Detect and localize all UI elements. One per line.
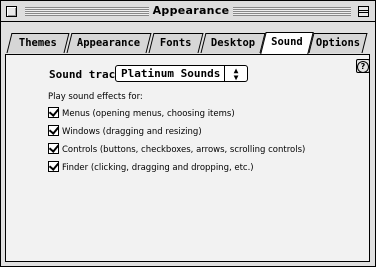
effect-menus-row[interactable]: Menus (opening menus, choosing items)	[48, 107, 235, 121]
finder-checkbox[interactable]	[48, 161, 59, 172]
popup-arrows-icon: ▲ ▼	[224, 66, 247, 82]
window-title: Appearance	[152, 4, 230, 17]
title-stripes-left	[25, 7, 149, 16]
tab-bar: Themes Appearance Fonts Desktop Sound Op…	[1, 32, 375, 55]
tab-options[interactable]: Options	[308, 33, 368, 53]
effect-windows-row[interactable]: Windows (dragging and resizing)	[48, 125, 202, 139]
sound-panel	[5, 55, 370, 262]
close-box-icon[interactable]	[6, 6, 17, 17]
help-icon: ?	[357, 61, 369, 73]
controls-label: Controls (buttons, checkboxes, arrows, s…	[62, 145, 306, 155]
effects-section-label: Play sound effects for:	[48, 92, 143, 102]
tab-themes[interactable]: Themes	[6, 33, 70, 53]
collapse-box-icon[interactable]	[358, 6, 369, 17]
menus-checkbox[interactable]	[48, 107, 59, 118]
windows-checkbox[interactable]	[48, 125, 59, 136]
effect-controls-row[interactable]: Controls (buttons, checkboxes, arrows, s…	[48, 143, 306, 157]
soundtrack-value: Platinum Sounds	[121, 67, 221, 80]
help-button[interactable]: ?	[356, 59, 370, 73]
tab-fonts[interactable]: Fonts	[148, 33, 204, 53]
menus-label: Menus (opening menus, choosing items)	[62, 109, 235, 119]
soundtrack-popup[interactable]: Platinum Sounds ▲ ▼	[115, 65, 248, 82]
finder-label: Finder (clicking, dragging and dropping,…	[62, 163, 254, 173]
title-stripes-right	[233, 7, 351, 16]
title-bar[interactable]: Appearance	[1, 1, 375, 22]
tab-desktop[interactable]: Desktop	[200, 33, 266, 53]
tab-sound[interactable]: Sound	[260, 32, 314, 54]
tab-appearance[interactable]: Appearance	[66, 33, 152, 53]
windows-label: Windows (dragging and resizing)	[62, 127, 202, 137]
effect-finder-row[interactable]: Finder (clicking, dragging and dropping,…	[48, 161, 254, 175]
controls-checkbox[interactable]	[48, 143, 59, 154]
